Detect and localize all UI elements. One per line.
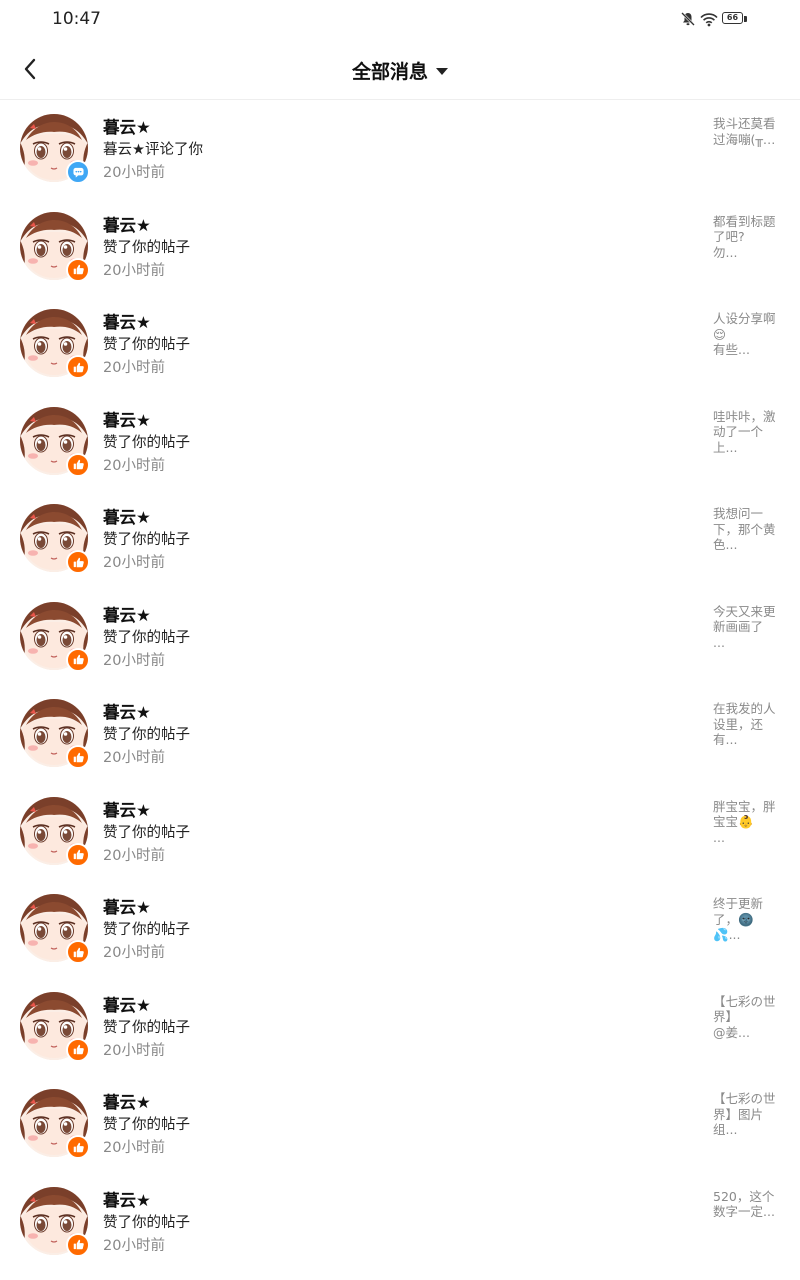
thumbs-up-icon: [73, 947, 84, 957]
message-list: 暮云★ 暮云★评论了你 20小时前 我斗还莫看 过海嘣(╥… 暮云★ 赞了你的帖子 20小…: [0, 100, 800, 1270]
post-preview[interactable]: 在我发的人 设里，还 有...: [713, 701, 781, 749]
message-action: 赞了你的帖子: [103, 922, 190, 938]
message-time: 20小时前: [103, 555, 165, 571]
like-badge: [66, 1037, 90, 1062]
sender-name[interactable]: 暮云★: [103, 212, 151, 236]
message-time: 20小时前: [103, 1237, 165, 1254]
message-time: 20小时前: [103, 1140, 165, 1156]
sender-name[interactable]: 暮云★: [103, 1187, 151, 1211]
post-preview[interactable]: 哇咔咔，激 动了一个 上...: [713, 409, 781, 457]
page-title: 全部消息: [351, 61, 428, 83]
caret-down-icon: [436, 68, 448, 75]
like-badge: [66, 452, 90, 477]
post-preview[interactable]: 我斗还莫看 过海嘣(╥…: [713, 116, 781, 164]
message-filter-dropdown[interactable]: 全部消息: [0, 57, 800, 84]
message-item[interactable]: 暮云★ 赞了你的帖子 20小时前 人设分享啊 😌 有些...: [0, 295, 800, 393]
post-preview[interactable]: 都看到标题 了吧? 勿...: [713, 214, 781, 262]
message-item[interactable]: 暮云★ 赞了你的帖子 20小时前 【七彩の世 界】 @姜...: [0, 978, 800, 1076]
message-item[interactable]: 暮云★ 暮云★评论了你 20小时前 我斗还莫看 过海嘣(╥…: [0, 100, 800, 198]
message-time: 20小时前: [103, 652, 165, 669]
comment-icon: [72, 167, 84, 178]
message-item[interactable]: 暮云★ 赞了你的帖子 20小时前 今天又来更 新画画了 ...: [0, 588, 800, 686]
sender-name[interactable]: 暮云★: [103, 407, 151, 431]
message-action: 赞了你的帖子: [103, 337, 190, 353]
sender-name[interactable]: 暮云★: [103, 504, 151, 528]
like-badge: [66, 1135, 90, 1159]
post-preview[interactable]: 人设分享啊 😌 有些...: [713, 311, 781, 359]
message-action: 赞了你的帖子: [103, 434, 190, 451]
sender-name[interactable]: 暮云★: [103, 894, 151, 918]
thumbs-up-icon: [73, 362, 84, 372]
message-time: 20小时前: [103, 262, 165, 279]
like-badge: [66, 842, 90, 867]
like-badge: [66, 1232, 90, 1257]
post-preview[interactable]: 【七彩の世 界】图片 组...: [713, 1091, 781, 1139]
sender-name[interactable]: 暮云★: [103, 699, 151, 723]
thumbs-up-icon: [73, 459, 84, 470]
message-action: 赞了你的帖子: [103, 1214, 190, 1231]
message-action: 赞了你的帖子: [103, 1019, 190, 1036]
sender-name[interactable]: 暮云★: [103, 992, 151, 1016]
post-preview[interactable]: 今天又来更 新画画了 ...: [713, 604, 781, 652]
message-time: 20小时前: [103, 360, 165, 376]
post-preview[interactable]: 520，这个 数字一定...: [713, 1189, 781, 1237]
like-badge: [66, 257, 90, 282]
sender-name[interactable]: 暮云★: [103, 309, 151, 333]
message-action: 赞了你的帖子: [103, 239, 190, 256]
like-badge: [66, 355, 90, 379]
post-preview[interactable]: 我想问一 下，那个黄 色...: [713, 506, 781, 554]
message-item[interactable]: 暮云★ 赞了你的帖子 20小时前 520，这个 数字一定...: [0, 1173, 800, 1271]
thumbs-up-icon: [73, 654, 84, 665]
like-badge: [66, 647, 90, 672]
nav-bar: 全部消息: [0, 40, 800, 100]
message-time: 20小时前: [103, 165, 165, 181]
message-item[interactable]: 暮云★ 赞了你的帖子 20小时前 终于更新 了，🌚💦...: [0, 880, 800, 978]
like-badge: [66, 745, 90, 769]
message-time: 20小时前: [103, 945, 165, 961]
message-action: 暮云★评论了你: [103, 142, 203, 158]
sender-name[interactable]: 暮云★: [103, 797, 151, 821]
message-action: 赞了你的帖子: [103, 727, 190, 743]
thumbs-up-icon: [73, 557, 84, 567]
message-item[interactable]: 暮云★ 赞了你的帖子 20小时前 在我发的人 设里，还 有...: [0, 685, 800, 783]
thumbs-up-icon: [73, 752, 84, 762]
thumbs-up-icon: [73, 264, 84, 275]
message-action: 赞了你的帖子: [103, 824, 190, 841]
message-item[interactable]: 暮云★ 赞了你的帖子 20小时前 哇咔咔，激 动了一个 上...: [0, 393, 800, 491]
sender-name[interactable]: 暮云★: [103, 602, 151, 626]
sender-name[interactable]: 暮云★: [103, 114, 151, 138]
post-preview[interactable]: 终于更新 了，🌚💦...: [713, 896, 781, 944]
post-preview[interactable]: 胖宝宝，胖 宝宝👶 ...: [713, 799, 781, 847]
message-item[interactable]: 暮云★ 赞了你的帖子 20小时前 我想问一 下，那个黄 色...: [0, 490, 800, 588]
message-time: 20小时前: [103, 750, 165, 766]
status-bar: 10:47 66: [0, 0, 800, 40]
thumbs-up-icon: [73, 1044, 84, 1055]
mute-bell-icon: [680, 11, 696, 27]
thumbs-up-icon: [73, 1142, 84, 1152]
sender-name[interactable]: 暮云★: [103, 1089, 151, 1113]
thumbs-up-icon: [73, 849, 84, 860]
message-item[interactable]: 暮云★ 赞了你的帖子 20小时前 【七彩の世 界】图片 组...: [0, 1075, 800, 1173]
status-time: 10:47: [52, 9, 101, 29]
message-time: 20小时前: [103, 847, 165, 864]
message-action: 赞了你的帖子: [103, 1117, 190, 1133]
like-badge: [66, 550, 90, 574]
status-icons: 66: [680, 11, 748, 27]
message-time: 20小时前: [103, 457, 165, 474]
thumbs-up-icon: [73, 1239, 84, 1250]
comment-badge: [66, 160, 90, 184]
battery-icon: 66: [722, 12, 748, 26]
message-action: 赞了你的帖子: [103, 532, 190, 548]
post-preview[interactable]: 【七彩の世 界】 @姜...: [713, 994, 781, 1042]
like-badge: [66, 940, 90, 964]
wifi-icon: [700, 12, 718, 27]
message-item[interactable]: 暮云★ 赞了你的帖子 20小时前 胖宝宝，胖 宝宝👶 ...: [0, 783, 800, 881]
battery-level: 66: [726, 13, 739, 22]
message-time: 20小时前: [103, 1042, 165, 1059]
message-action: 赞了你的帖子: [103, 629, 190, 646]
message-item[interactable]: 暮云★ 赞了你的帖子 20小时前 都看到标题 了吧? 勿...: [0, 198, 800, 296]
